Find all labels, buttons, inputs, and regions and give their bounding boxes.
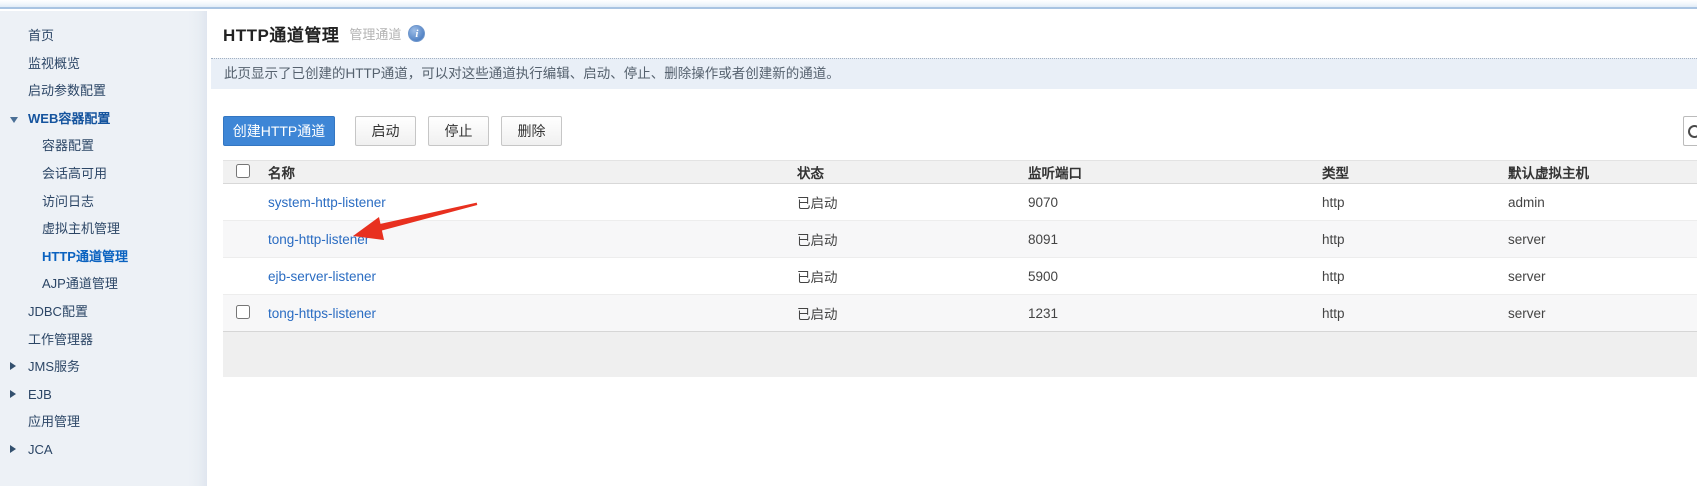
column-header-default-vhost: 默认虚拟主机 [1508, 162, 1697, 182]
table-row: tong-http-listener 已启动8091httpserver [223, 221, 1697, 258]
type-cell: http [1322, 232, 1508, 247]
sidebar-item-monitor-overview[interactable]: 监视概览 [0, 50, 207, 78]
select-all-checkbox[interactable] [236, 164, 250, 178]
sidebar-item-label: 访问日志 [42, 194, 94, 209]
sidebar-item-label: JCA [28, 442, 53, 457]
sidebar-item-ejb[interactable]: EJB [0, 381, 207, 409]
status-cell: 已启动 [797, 229, 1028, 249]
status-cell: 已启动 [797, 192, 1028, 212]
status-cell: 已启动 [797, 303, 1028, 323]
sidebar-item-label: AJP通道管理 [42, 276, 118, 291]
sidebar-item-label: 首页 [28, 28, 54, 43]
sidebar-item-app-mgmt[interactable]: 应用管理 [0, 408, 207, 436]
top-banner-edge [0, 0, 1697, 9]
search-button[interactable] [1683, 116, 1697, 146]
app-window: 首页监视概览启动参数配置 WEB容器配置容器配置会话高可用访问日志虚拟主机管理 HT… [0, 0, 1697, 486]
sidebar-item-container-config[interactable]: 容器配置 [0, 132, 207, 160]
sidebar-item-label: 监视概览 [28, 56, 80, 71]
row-checkbox[interactable] [236, 305, 250, 319]
page-subtitle: 管理通道 [349, 24, 401, 43]
channel-name-link[interactable]: ejb-server-listener [268, 269, 376, 284]
sidebar-item-session-ha[interactable]: 会话高可用 [0, 160, 207, 188]
chevron-right-icon[interactable] [10, 390, 16, 398]
sidebar-item-label: HTTP通道管理 [42, 249, 128, 264]
column-header-status: 状态 [797, 162, 1028, 182]
sidebar-item-http-channel-mgmt[interactable]: HTTP通道管理 [0, 243, 207, 271]
start-button[interactable]: 启动 [355, 116, 416, 146]
sidebar-item-home[interactable]: 首页 [0, 22, 207, 50]
sidebar-item-web-container-config[interactable]: WEB容器配置 [0, 105, 207, 133]
port-cell: 5900 [1028, 269, 1322, 284]
notice-bar: 此页显示了已创建的HTTP通道，可以对这些通道执行编辑、启动、停止、删除操作或者… [211, 58, 1697, 89]
row-checkbox-cell [223, 305, 268, 322]
column-header-name: 名称 [268, 162, 797, 182]
sidebar-item-label: JMS服务 [28, 359, 80, 374]
port-cell: 9070 [1028, 195, 1322, 210]
chevron-right-icon[interactable] [10, 362, 16, 370]
sidebar-item-ajp-channel-mgmt[interactable]: AJP通道管理 [0, 270, 207, 298]
type-cell: http [1322, 195, 1508, 210]
name-cell: ejb-server-listener [268, 269, 797, 284]
sidebar-item-jca[interactable]: JCA [0, 436, 207, 464]
page-header: HTTP通道管理 管理通道 i [223, 21, 425, 46]
port-cell: 1231 [1028, 306, 1322, 321]
default-vhost-cell: server [1508, 232, 1697, 247]
default-vhost-cell: server [1508, 306, 1697, 321]
sidebar-item-label: 工作管理器 [28, 332, 93, 347]
name-cell: tong-http-listener [268, 232, 797, 247]
info-icon[interactable]: i [408, 25, 425, 42]
table-body: system-http-listener已启动9070httpadmintong… [223, 184, 1697, 332]
column-header-type: 类型 [1322, 162, 1508, 182]
table-row: tong-https-listener 已启动1231httpserver [223, 295, 1697, 332]
channel-name-link[interactable]: system-http-listener [268, 195, 386, 210]
channel-table: 名称 状态 监听端口 类型 默认虚拟主机 system-http-listene… [223, 160, 1697, 377]
status-cell: 已启动 [797, 266, 1028, 286]
type-cell: http [1322, 306, 1508, 321]
sidebar-item-label: 容器配置 [42, 138, 94, 153]
sidebar-item-label: WEB容器配置 [28, 111, 110, 126]
table-header-row: 名称 状态 监听端口 类型 默认虚拟主机 [223, 160, 1697, 184]
toolbar: 创建HTTP通道 启动 停止 删除 [223, 116, 562, 146]
sidebar-item-label: 虚拟主机管理 [42, 221, 120, 236]
channel-name-link[interactable]: tong-https-listener [268, 306, 376, 321]
sidebar-item-access-log[interactable]: 访问日志 [0, 188, 207, 216]
type-cell: http [1322, 269, 1508, 284]
sidebar-item-startup-params[interactable]: 启动参数配置 [0, 77, 207, 105]
table-footer [223, 332, 1697, 377]
sidebar-item-label: JDBC配置 [28, 304, 88, 319]
search-icon [1688, 125, 1697, 138]
sidebar: 首页监视概览启动参数配置 WEB容器配置容器配置会话高可用访问日志虚拟主机管理 HT… [0, 11, 207, 486]
sidebar-item-label: 应用管理 [28, 414, 80, 429]
name-cell: tong-https-listener [268, 306, 797, 321]
sidebar-nav: 首页监视概览启动参数配置 WEB容器配置容器配置会话高可用访问日志虚拟主机管理 HT… [0, 11, 207, 464]
port-cell: 8091 [1028, 232, 1322, 247]
default-vhost-cell: admin [1508, 195, 1697, 210]
sidebar-item-virtual-host-mgmt[interactable]: 虚拟主机管理 [0, 215, 207, 243]
table-row: ejb-server-listener 已启动5900httpserver [223, 258, 1697, 295]
sidebar-item-jms-service[interactable]: JMS服务 [0, 353, 207, 381]
delete-button[interactable]: 删除 [501, 116, 562, 146]
notice-text: 此页显示了已创建的HTTP通道，可以对这些通道执行编辑、启动、停止、删除操作或者… [224, 66, 840, 81]
select-all-cell [223, 164, 268, 181]
default-vhost-cell: server [1508, 269, 1697, 284]
stop-button[interactable]: 停止 [428, 116, 489, 146]
chevron-down-icon[interactable] [10, 117, 18, 123]
name-cell: system-http-listener [268, 195, 797, 210]
create-http-channel-button[interactable]: 创建HTTP通道 [223, 116, 335, 146]
sidebar-item-label: EJB [28, 387, 52, 402]
sidebar-item-label: 启动参数配置 [28, 83, 106, 98]
sidebar-item-work-manager[interactable]: 工作管理器 [0, 326, 207, 354]
column-header-port: 监听端口 [1028, 162, 1322, 182]
page-title: HTTP通道管理 [223, 21, 339, 46]
sidebar-item-label: 会话高可用 [42, 166, 107, 181]
channel-name-link[interactable]: tong-http-listener [268, 232, 369, 247]
chevron-right-icon[interactable] [10, 445, 16, 453]
sidebar-item-jdbc-config[interactable]: JDBC配置 [0, 298, 207, 326]
table-row: system-http-listener 已启动9070httpadmin [223, 184, 1697, 221]
